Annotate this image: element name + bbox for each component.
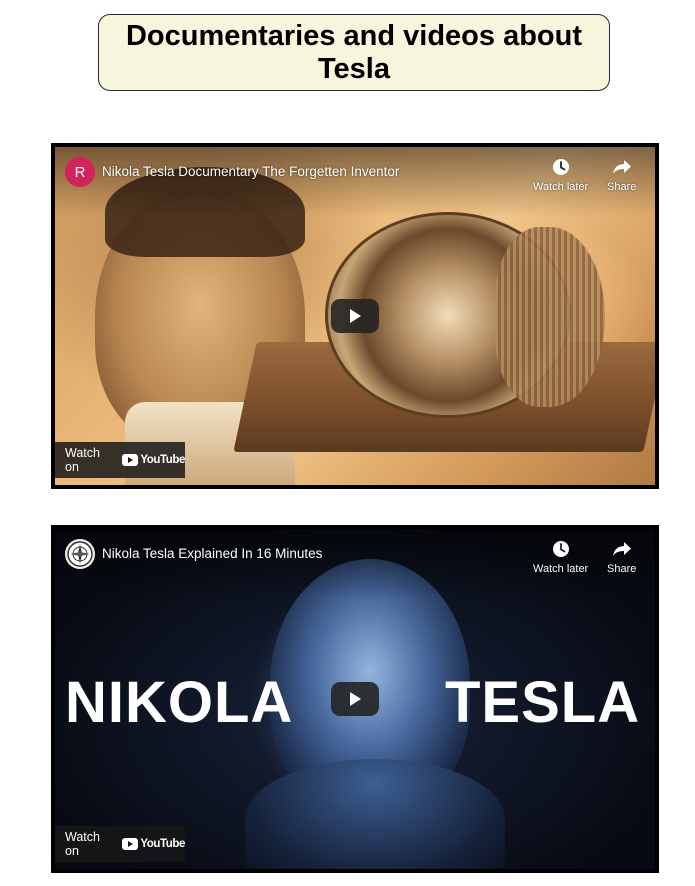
share-button[interactable]: Share bbox=[607, 539, 636, 575]
watch-on-label: Watch on bbox=[65, 830, 100, 858]
play-button[interactable] bbox=[331, 299, 379, 333]
watch-on-youtube-button[interactable]: Watch on YouTube bbox=[55, 442, 185, 478]
channel-avatar[interactable]: R bbox=[65, 157, 95, 187]
share-button[interactable]: Share bbox=[607, 157, 636, 193]
thumbnail-word-left: NIKOLA bbox=[65, 670, 294, 735]
play-button[interactable] bbox=[331, 682, 379, 716]
watch-later-label: Watch later bbox=[533, 563, 589, 575]
youtube-wordmark: YouTube bbox=[140, 454, 185, 466]
share-arrow-icon bbox=[612, 157, 632, 177]
channel-initial: R bbox=[74, 163, 86, 181]
youtube-play-icon bbox=[122, 454, 139, 466]
youtube-logo: YouTube bbox=[122, 454, 185, 466]
youtube-play-icon bbox=[122, 838, 139, 850]
share-arrow-icon bbox=[612, 539, 632, 559]
thumbnail-word-right: TESLA bbox=[445, 670, 641, 735]
play-icon bbox=[350, 692, 361, 706]
heading-box: Documentaries and videos about Tesla bbox=[98, 14, 610, 91]
watch-on-label: Watch on bbox=[65, 446, 100, 474]
video-title[interactable]: Nikola Tesla Explained In 16 Minutes bbox=[102, 546, 322, 561]
video-embed-1[interactable]: R Nikola Tesla Documentary The Forgetten… bbox=[51, 143, 659, 489]
clock-icon bbox=[552, 539, 570, 559]
watch-later-label: Watch later bbox=[533, 181, 589, 193]
compass-icon bbox=[67, 541, 93, 567]
share-label: Share bbox=[607, 181, 637, 193]
youtube-wordmark: YouTube bbox=[140, 838, 185, 850]
play-icon bbox=[350, 309, 361, 323]
portrait-shoulders bbox=[245, 759, 505, 869]
share-label: Share bbox=[607, 563, 637, 575]
video-title[interactable]: Nikola Tesla Documentary The Forgetten I… bbox=[102, 164, 399, 179]
youtube-logo: YouTube bbox=[122, 838, 185, 850]
video-embed-2[interactable]: NIKOLA TESLA Nikola Tesla Explained In 1… bbox=[51, 525, 659, 873]
channel-avatar[interactable] bbox=[65, 539, 95, 569]
watch-later-button[interactable]: Watch later bbox=[533, 157, 588, 193]
watch-on-youtube-button[interactable]: Watch on YouTube bbox=[55, 826, 185, 862]
clock-icon bbox=[552, 157, 570, 177]
machine-coil-illustration bbox=[495, 227, 605, 407]
page-heading: Documentaries and videos about Tesla bbox=[125, 19, 583, 85]
watch-later-button[interactable]: Watch later bbox=[533, 539, 588, 575]
page: Documentaries and videos about Tesla R N… bbox=[0, 0, 695, 886]
